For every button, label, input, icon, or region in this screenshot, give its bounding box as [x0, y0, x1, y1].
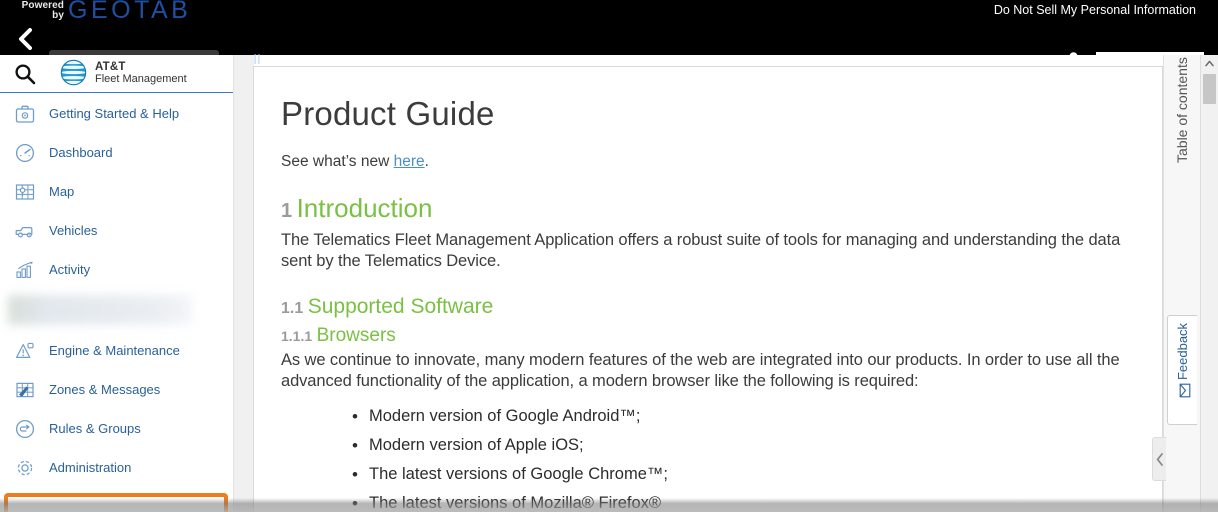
- map-grid-icon: [13, 180, 37, 204]
- att-globe-icon: [60, 59, 87, 86]
- powered-by-label: Powered by: [6, 0, 64, 22]
- feedback-tab[interactable]: Feedback: [1167, 315, 1197, 425]
- warning-engine-glyph-icon: [16, 342, 34, 358]
- right-rail: Table of contents Feedback: [1152, 55, 1200, 512]
- rules-arrow-icon: [13, 417, 37, 441]
- page-title: Product Guide: [281, 95, 495, 132]
- help-kit-icon: [13, 102, 37, 126]
- browsers-body: As we continue to innovate, many modern …: [281, 351, 1120, 390]
- nav-row: All Support Attsalesdemo 0 Notifications: [0, 22, 1218, 70]
- gear-glyph-icon: [17, 460, 33, 475]
- list-item: The latest versions of Google Chrome™;: [352, 460, 1136, 489]
- sidebar-item-label: Administration: [49, 460, 132, 475]
- product-guide-panel: Product Guide See what’s new here. 1 Int…: [253, 66, 1163, 512]
- sidebar-menu: Getting Started & Help Dashboard Map Veh…: [0, 93, 234, 487]
- sidebar-item-map[interactable]: Map: [0, 172, 234, 211]
- att-logo-line-2: Fleet Management: [95, 72, 187, 85]
- section-1-title: Introduction: [296, 193, 433, 223]
- bar-chart-icon: [13, 258, 37, 282]
- envelope-icon: [1177, 383, 1190, 398]
- app-root: Powered by GEOTAB Do Not Sell My Persona…: [0, 0, 1218, 512]
- scrollbar-thumb[interactable]: [1203, 74, 1216, 104]
- gear-icon: [13, 456, 37, 480]
- list-item: Modern version of Google Android™;: [352, 402, 1136, 431]
- vehicle-glyph-icon: [15, 226, 33, 238]
- scroll-up-button[interactable]: [1201, 55, 1218, 72]
- sidebar-item-label: Map: [49, 184, 75, 199]
- help-kit-glyph-icon: [15, 105, 35, 123]
- chevron-left-icon: [19, 28, 32, 50]
- administration-highlight-box: [4, 493, 228, 512]
- sidebar-item-vehicles[interactable]: Vehicles: [0, 211, 234, 250]
- warning-engine-icon: [13, 339, 37, 363]
- whats-new-prefix: See what’s new: [281, 153, 394, 170]
- att-logo-line-1: AT&T: [95, 60, 126, 73]
- section-1-1-1-number: 1.1.1: [281, 328, 313, 344]
- list-item: Modern version of Apple iOS;: [352, 431, 1136, 460]
- collapse-panel-button[interactable]: [1152, 437, 1166, 481]
- sidebar-item-engine-maintenance[interactable]: Engine & Maintenance: [0, 331, 234, 370]
- powered-line-2: by: [52, 10, 64, 21]
- zone-pencil-glyph-icon: [16, 382, 34, 397]
- att-logo-text: AT&T Fleet Management: [95, 61, 187, 85]
- do-not-sell-link[interactable]: Do Not Sell My Personal Information: [994, 3, 1196, 18]
- sidebar-item-dashboard[interactable]: Dashboard: [0, 133, 234, 172]
- sidebar-item-label: Activity: [49, 262, 91, 277]
- search-icon[interactable]: [13, 62, 37, 86]
- att-fleet-logo: AT&T Fleet Management: [60, 59, 187, 86]
- search-glyph-icon: [15, 64, 36, 85]
- rules-arrow-glyph-icon: [15, 419, 35, 438]
- sidebar-item-redacted[interactable]: [8, 295, 192, 325]
- gauge-icon: [13, 141, 37, 165]
- section-1-heading: 1 Introduction: [281, 193, 1136, 228]
- section-1-1-heading: 1.1 Supported Software: [281, 294, 1136, 321]
- att-globe-glyph-icon: [60, 59, 87, 86]
- chevron-left-icon: [1156, 452, 1163, 466]
- bar-chart-glyph-icon: [16, 261, 33, 278]
- vehicle-icon: [13, 219, 37, 243]
- left-sidebar: AT&T Fleet Management Getting Started & …: [0, 55, 234, 512]
- section-1-number: 1: [281, 200, 293, 222]
- section-1-1-1-title: Browsers: [316, 325, 396, 346]
- sidebar-item-zones-messages[interactable]: Zones & Messages: [0, 370, 234, 409]
- back-button[interactable]: [12, 26, 38, 52]
- table-of-contents-tab[interactable]: Table of contents: [1174, 57, 1190, 163]
- sidebar-item-activity[interactable]: Activity: [0, 250, 234, 289]
- sidebar-header: AT&T Fleet Management: [0, 55, 234, 93]
- list-item: The latest versions of Mozilla® Firefox®: [352, 489, 1136, 512]
- zone-pencil-icon: [13, 378, 37, 402]
- sidebar-item-label: Vehicles: [49, 223, 98, 238]
- whats-new-suffix: .: [424, 153, 429, 170]
- document-body: Product Guide See what’s new here. 1 Int…: [254, 67, 1162, 512]
- map-grid-glyph-icon: [15, 183, 35, 200]
- feedback-label: Feedback: [1175, 322, 1190, 381]
- whats-new-line: See what’s new here.: [281, 152, 1136, 172]
- brand-row: Powered by GEOTAB Do Not Sell My Persona…: [0, 0, 1218, 24]
- content-gutter: [234, 55, 254, 512]
- browser-requirements-list: Modern version of Google Android™; Moder…: [281, 402, 1136, 512]
- top-header-bar: Powered by GEOTAB Do Not Sell My Persona…: [0, 0, 1218, 70]
- whats-new-link[interactable]: here: [394, 153, 425, 170]
- section-1-1-title: Supported Software: [307, 295, 494, 318]
- caret-up-icon: [1205, 60, 1214, 67]
- section-1-1-number: 1.1: [281, 300, 304, 317]
- section-1-1-1-heading: 1.1.1 Browsers: [281, 324, 1136, 348]
- sidebar-item-label: Dashboard: [49, 145, 113, 160]
- sidebar-item-getting-started[interactable]: Getting Started & Help: [0, 94, 234, 133]
- sidebar-item-label: Engine & Maintenance: [49, 343, 180, 358]
- section-1-body: The Telematics Fleet Management Applicat…: [281, 231, 1121, 270]
- envelope-glyph-icon: [1179, 383, 1190, 398]
- page-scrollbar[interactable]: [1200, 55, 1218, 512]
- sidebar-item-rules-groups[interactable]: Rules & Groups: [0, 409, 234, 448]
- sidebar-item-administration[interactable]: Administration: [0, 448, 234, 487]
- sidebar-item-label: Getting Started & Help: [49, 106, 180, 121]
- sidebar-item-label: Zones & Messages: [49, 382, 161, 397]
- gauge-glyph-icon: [15, 143, 35, 162]
- sidebar-item-label: Rules & Groups: [49, 421, 141, 436]
